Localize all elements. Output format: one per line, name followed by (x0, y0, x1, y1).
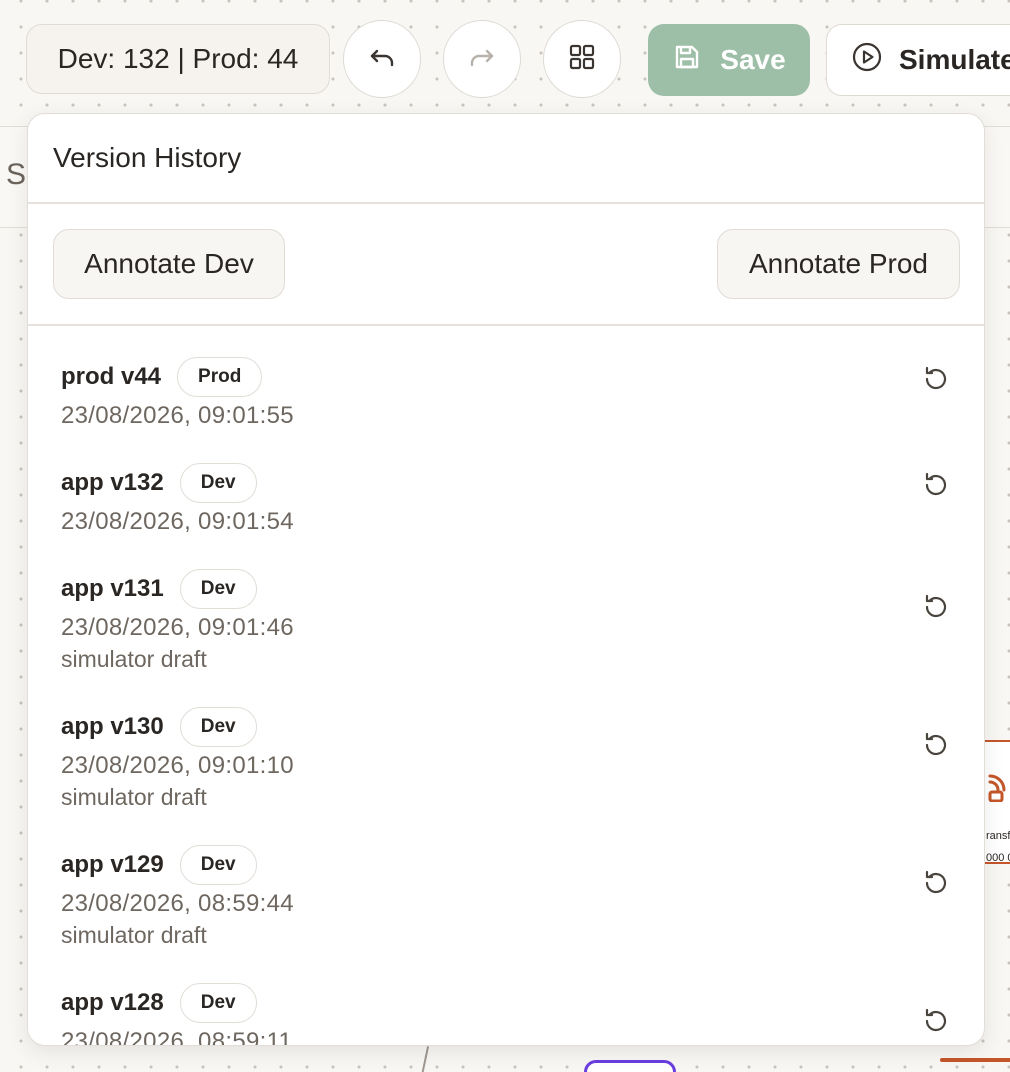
simulate-label: Simulate (899, 44, 1010, 75)
partially-hidden-label: S (6, 158, 27, 191)
restore-version-button[interactable] (921, 366, 951, 396)
version-history-title: Version History (53, 142, 242, 173)
environment-badge: Dev (179, 845, 257, 885)
restore-version-button[interactable] (921, 732, 951, 762)
version-item[interactable]: app v129 Dev 23/08/2026, 08:59:44 simula… (61, 844, 951, 949)
restore-icon (922, 365, 950, 398)
version-timestamp: 23/08/2026, 08:59:11 (61, 1028, 293, 1045)
version-name: app v130 (61, 713, 164, 740)
version-note: simulator draft (61, 922, 207, 948)
undo-button[interactable] (343, 20, 421, 98)
version-item[interactable]: app v130 Dev 23/08/2026, 09:01:10 simula… (61, 706, 951, 811)
save-button[interactable]: Save (648, 24, 810, 96)
environment-badge: Dev (179, 983, 257, 1023)
version-note: simulator draft (61, 646, 207, 672)
annotate-prod-button[interactable]: Annotate Prod (717, 229, 960, 299)
restore-version-button[interactable] (921, 594, 951, 624)
version-history-popover: Version History Annotate Dev Annotate Pr… (27, 113, 985, 1046)
edge-line (420, 1046, 430, 1072)
version-item[interactable]: app v131 Dev 23/08/2026, 09:01:46 simula… (61, 568, 951, 673)
version-item[interactable]: app v132 Dev 23/08/2026, 09:01:54 (61, 462, 951, 536)
version-timestamp: 23/08/2026, 09:01:55 (61, 402, 294, 429)
restore-icon (922, 593, 950, 626)
version-note: simulator draft (61, 784, 207, 810)
layout-grid-button[interactable] (543, 20, 621, 98)
restore-icon (922, 869, 950, 902)
top-toolbar: Dev: 132 | Prod: 44 Save Simulate (0, 0, 1010, 112)
simulate-button[interactable]: Simulate (826, 24, 1010, 96)
annotate-dev-button[interactable]: Annotate Dev (53, 229, 285, 299)
version-item[interactable]: prod v44 Prod 23/08/2026, 09:01:55 (61, 356, 951, 430)
redo-button[interactable] (443, 20, 521, 98)
environment-badge: Dev (179, 463, 257, 503)
workflow-node-orange-partial[interactable] (940, 1058, 1010, 1062)
node-value-partial: 000 0 (986, 852, 1010, 864)
version-name: app v131 (61, 575, 164, 602)
redo-icon (467, 42, 497, 77)
version-item[interactable]: app v128 Dev 23/08/2026, 08:59:11 (61, 982, 951, 1045)
version-name: app v132 (61, 469, 164, 496)
node-label-partial: ransf (986, 830, 1010, 842)
restore-version-button[interactable] (921, 472, 951, 502)
restore-icon (922, 471, 950, 504)
version-name: app v128 (61, 989, 164, 1016)
environment-badge: Dev (179, 707, 257, 747)
version-timestamp: 23/08/2026, 09:01:46 (61, 614, 294, 641)
restore-icon (922, 731, 950, 764)
save-icon (672, 42, 702, 79)
version-timestamp: 23/08/2026, 08:59:44 (61, 890, 294, 917)
restore-icon (922, 1007, 950, 1040)
grid-icon (567, 42, 597, 77)
environment-badge: Prod (177, 357, 263, 397)
environment-badge: Dev (179, 569, 257, 609)
version-timestamp: 23/08/2026, 09:01:10 (61, 752, 294, 779)
restore-version-button[interactable] (921, 870, 951, 900)
undo-icon (367, 42, 397, 77)
version-timestamp: 23/08/2026, 09:01:54 (61, 508, 294, 535)
version-name: app v129 (61, 851, 164, 878)
version-list[interactable]: prod v44 Prod 23/08/2026, 09:01:55 app v… (28, 326, 984, 1045)
restore-version-button[interactable] (921, 1008, 951, 1038)
save-label: Save (720, 44, 786, 75)
workflow-node-purple-partial[interactable] (584, 1060, 676, 1072)
rss-icon (986, 768, 1010, 809)
version-chip[interactable]: Dev: 132 | Prod: 44 (26, 24, 330, 94)
divider (28, 202, 984, 204)
play-icon (851, 41, 883, 80)
version-name: prod v44 (61, 363, 162, 390)
